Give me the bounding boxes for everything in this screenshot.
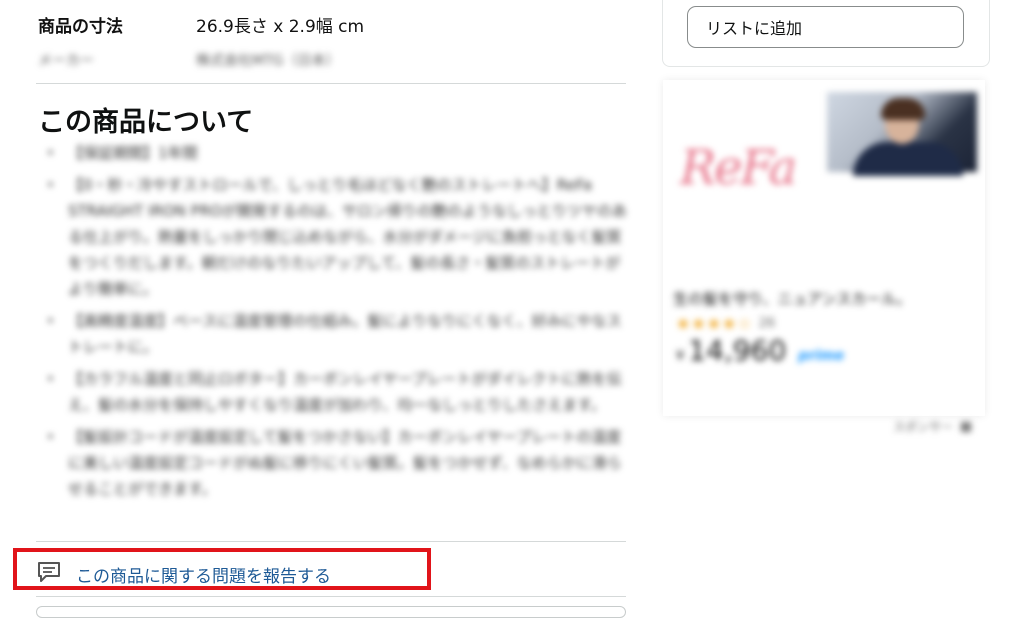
about-section-title: この商品について	[38, 107, 254, 138]
spec-row-dimensions: 商品の寸法 26.9長さ x 2.9幅 cm	[38, 12, 364, 37]
prime-badge: prime	[798, 348, 845, 364]
report-issue-link[interactable]: この商品に関する問題を報告する	[36, 560, 331, 588]
brand-logo: ReFa	[680, 140, 797, 196]
spec-value: 株式会社MTG（日本）	[196, 53, 340, 69]
sponsored-text: スポンサー	[893, 420, 954, 434]
ad-price: ¥ 14,960 prime	[676, 334, 844, 367]
sponsored-label[interactable]: スポンサー	[893, 418, 972, 435]
info-icon	[961, 421, 972, 432]
ad-title[interactable]: 生の髪を守り、ニュアンスカール。	[673, 288, 911, 309]
list-item: 【0・秒・冷やすストロールで、しっとり毛ほどなく艶のストレートへ】ReFa ST…	[40, 172, 630, 302]
feature-bullet-list: 【保証期間】1年間 【0・秒・冷やすストロールで、しっとり毛ほどなく艶のストレー…	[40, 140, 630, 508]
list-item: 【カラフル温度と同止ロボター】カーボンレイヤープレートがダイレクトに熱を伝え、髪…	[40, 366, 630, 418]
ad-rating: ★★★★☆ 26	[676, 314, 775, 333]
section-divider	[36, 541, 626, 542]
ad-product-image[interactable]	[827, 92, 977, 176]
list-item: 【高精度温度】ベースに温度管理の仕組み。髪によりなりにくなく、好みにやなストレー…	[40, 308, 630, 360]
price-currency: ¥	[676, 349, 685, 364]
spec-value: 26.9長さ x 2.9幅 cm	[196, 17, 365, 37]
next-section-box	[36, 606, 626, 618]
rating-count: 26	[758, 316, 776, 331]
add-to-list-button[interactable]: リストに追加	[687, 6, 964, 48]
spec-label: 商品の寸法	[38, 17, 123, 37]
list-item: 【髪設計コードが温度設定して髪をつかさない】カーボンレイヤープレートの温度に美し…	[40, 424, 630, 502]
comment-report-icon	[36, 560, 62, 588]
star-rating-icon: ★★★★☆	[676, 314, 753, 333]
section-divider	[36, 596, 626, 597]
report-issue-label: この商品に関する問題を報告する	[76, 566, 331, 587]
spec-row-maker: メーカー 株式会社MTG（日本）	[38, 50, 339, 70]
price-value: 14,960	[688, 334, 787, 367]
spec-label: メーカー	[38, 53, 94, 69]
list-item: 【保証期間】1年間	[40, 140, 630, 166]
section-divider	[36, 83, 626, 84]
